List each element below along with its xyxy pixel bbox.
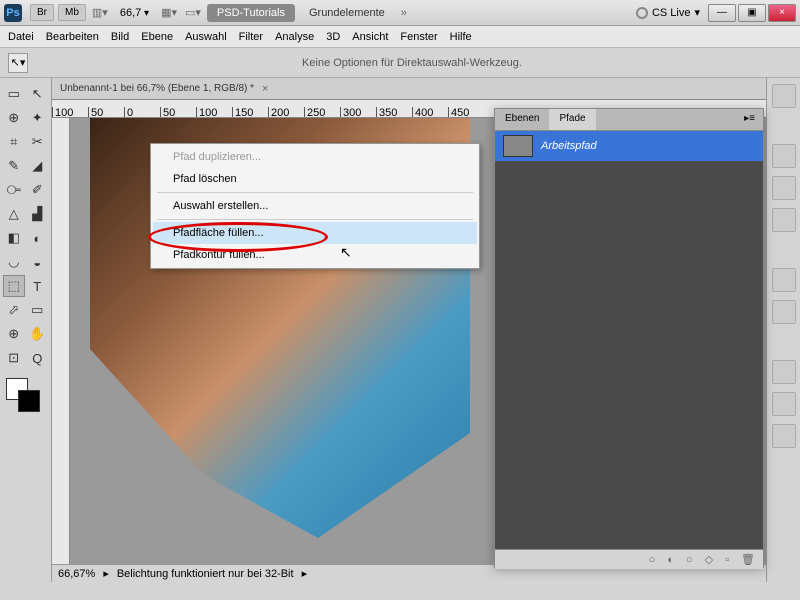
tab-pfade[interactable]: Pfade: [549, 109, 595, 130]
ctx-pfadfl-che-f-llen-[interactable]: Pfadfläche füllen...: [153, 222, 477, 244]
menu-ansicht[interactable]: Ansicht: [352, 31, 388, 43]
vertical-ruler: [52, 118, 70, 564]
screen-icon[interactable]: ▭▾: [185, 6, 201, 19]
panel-icon-4[interactable]: [772, 208, 796, 232]
tool-4-0[interactable]: ⧃: [3, 179, 25, 201]
app-logo: Ps: [4, 4, 22, 22]
tool-5-0[interactable]: △: [3, 203, 25, 225]
toolbox: ▭↖⊕✦⌗✂✎◢⧃✐△▟◧◐◡◒⬚T⬀▭⊕✋⊡Q: [0, 78, 52, 582]
tool-8-0[interactable]: ⬚: [3, 275, 25, 297]
panel-menu-icon[interactable]: ▸≡: [736, 109, 763, 130]
document-tab[interactable]: Unbenannt-1 bei 66,7% (Ebene 1, RGB/8) *…: [52, 78, 766, 100]
panel-icon-9[interactable]: [772, 424, 796, 448]
cslive-icon: [636, 7, 648, 19]
panel-foot-icon-0[interactable]: ○: [649, 554, 656, 566]
tool-2-1[interactable]: ✂: [27, 131, 49, 153]
cslive-button[interactable]: CS Live ▾: [636, 6, 700, 19]
tool-8-1[interactable]: T: [27, 275, 49, 297]
more-workspaces-icon[interactable]: »: [401, 7, 407, 19]
menu-bearbeiten[interactable]: Bearbeiten: [46, 31, 99, 43]
menu-3d[interactable]: 3D: [326, 31, 340, 43]
options-bar: ↖▾ Keine Optionen für Direktauswahl-Werk…: [0, 48, 800, 78]
tool-1-1[interactable]: ✦: [27, 107, 49, 129]
tool-9-1[interactable]: ▭: [27, 299, 49, 321]
tool-11-1[interactable]: Q: [27, 347, 49, 369]
tool-10-1[interactable]: ✋: [27, 323, 49, 345]
tool-preset-icon[interactable]: ↖▾: [8, 53, 28, 73]
tool-6-1[interactable]: ◐: [27, 227, 49, 249]
dropdown-icon[interactable]: ▥▾: [92, 6, 108, 19]
menu-bild[interactable]: Bild: [111, 31, 129, 43]
tool-0-1[interactable]: ↖: [27, 83, 49, 105]
tool-9-0[interactable]: ⬀: [3, 299, 25, 321]
options-message: Keine Optionen für Direktauswahl-Werkzeu…: [32, 57, 792, 69]
panel-icon-5[interactable]: [772, 268, 796, 292]
status-zoom[interactable]: 66,67%: [58, 568, 95, 580]
bridge-button[interactable]: Br: [30, 4, 54, 21]
tool-10-0[interactable]: ⊕: [3, 323, 25, 345]
status-message: Belichtung funktioniert nur bei 32-Bit: [117, 568, 294, 580]
menu-datei[interactable]: Datei: [8, 31, 34, 43]
tool-7-1[interactable]: ◒: [27, 251, 49, 273]
menu-hilfe[interactable]: Hilfe: [450, 31, 472, 43]
background-swatch[interactable]: [18, 390, 40, 412]
panel-foot-icon-4[interactable]: ▫: [725, 554, 729, 566]
tool-0-0[interactable]: ▭: [3, 83, 25, 105]
panel-foot-icon-5[interactable]: 🗑: [741, 553, 755, 566]
panel-icon-8[interactable]: [772, 392, 796, 416]
minimize-button[interactable]: —: [708, 4, 736, 22]
right-panel-strip: [766, 78, 800, 582]
panel-icon-1[interactable]: [772, 84, 796, 108]
panel-foot-icon-1[interactable]: ◐: [667, 554, 674, 566]
close-button[interactable]: ×: [768, 4, 796, 22]
tool-6-0[interactable]: ◧: [3, 227, 25, 249]
close-doc-icon[interactable]: ×: [262, 83, 268, 95]
tool-3-1[interactable]: ◢: [27, 155, 49, 177]
tool-1-0[interactable]: ⊕: [3, 107, 25, 129]
view-icon[interactable]: ▦▾: [161, 6, 177, 19]
menu-filter[interactable]: Filter: [239, 31, 263, 43]
ctx-pfadkontur-f-llen-[interactable]: Pfadkontur füllen...: [153, 244, 477, 266]
panel-foot-icon-2[interactable]: ○: [686, 554, 693, 566]
menu-fenster[interactable]: Fenster: [400, 31, 437, 43]
menu-auswahl[interactable]: Auswahl: [185, 31, 227, 43]
minibridge-button[interactable]: Mb: [58, 4, 86, 21]
panel-icon-6[interactable]: [772, 300, 796, 324]
menu-analyse[interactable]: Analyse: [275, 31, 314, 43]
color-swatches[interactable]: [6, 378, 46, 418]
panel-icon-3[interactable]: [772, 176, 796, 200]
panel-foot-icon-3[interactable]: ◇: [705, 553, 713, 566]
paths-panel: Ebenen Pfade ▸≡ Arbeitspfad ○ ◐ ○ ◇ ▫ 🗑: [494, 108, 764, 568]
titlebar: Ps Br Mb ▥▾ 66,7 ▾ ▦▾ ▭▾ PSD-Tutorials G…: [0, 0, 800, 26]
tool-5-1[interactable]: ▟: [27, 203, 49, 225]
ctx-auswahl-erstellen-[interactable]: Auswahl erstellen...: [153, 195, 477, 217]
path-item-arbeitspfad[interactable]: Arbeitspfad: [495, 131, 763, 161]
zoom-display[interactable]: 66,7 ▾: [120, 7, 149, 19]
ctx-pfad-duplizieren-: Pfad duplizieren...: [153, 146, 477, 168]
menubar: Datei Bearbeiten Bild Ebene Auswahl Filt…: [0, 26, 800, 48]
menu-ebene[interactable]: Ebene: [141, 31, 173, 43]
tool-7-0[interactable]: ◡: [3, 251, 25, 273]
tab-ebenen[interactable]: Ebenen: [495, 109, 549, 130]
maximize-button[interactable]: ▣: [738, 4, 766, 22]
path-thumbnail: [503, 135, 533, 157]
workspace-tab-tutorials[interactable]: PSD-Tutorials: [207, 4, 295, 22]
tool-11-0[interactable]: ⊡: [3, 347, 25, 369]
tool-2-0[interactable]: ⌗: [3, 131, 25, 153]
tool-4-1[interactable]: ✐: [27, 179, 49, 201]
panel-icon-2[interactable]: [772, 144, 796, 168]
workspace-tab-grundelemente[interactable]: Grundelemente: [299, 4, 395, 22]
tool-3-0[interactable]: ✎: [3, 155, 25, 177]
ctx-pfad-l-schen[interactable]: Pfad löschen: [153, 168, 477, 190]
panel-icon-7[interactable]: [772, 360, 796, 384]
context-menu: Pfad duplizieren...Pfad löschen Auswahl e…: [150, 143, 480, 269]
